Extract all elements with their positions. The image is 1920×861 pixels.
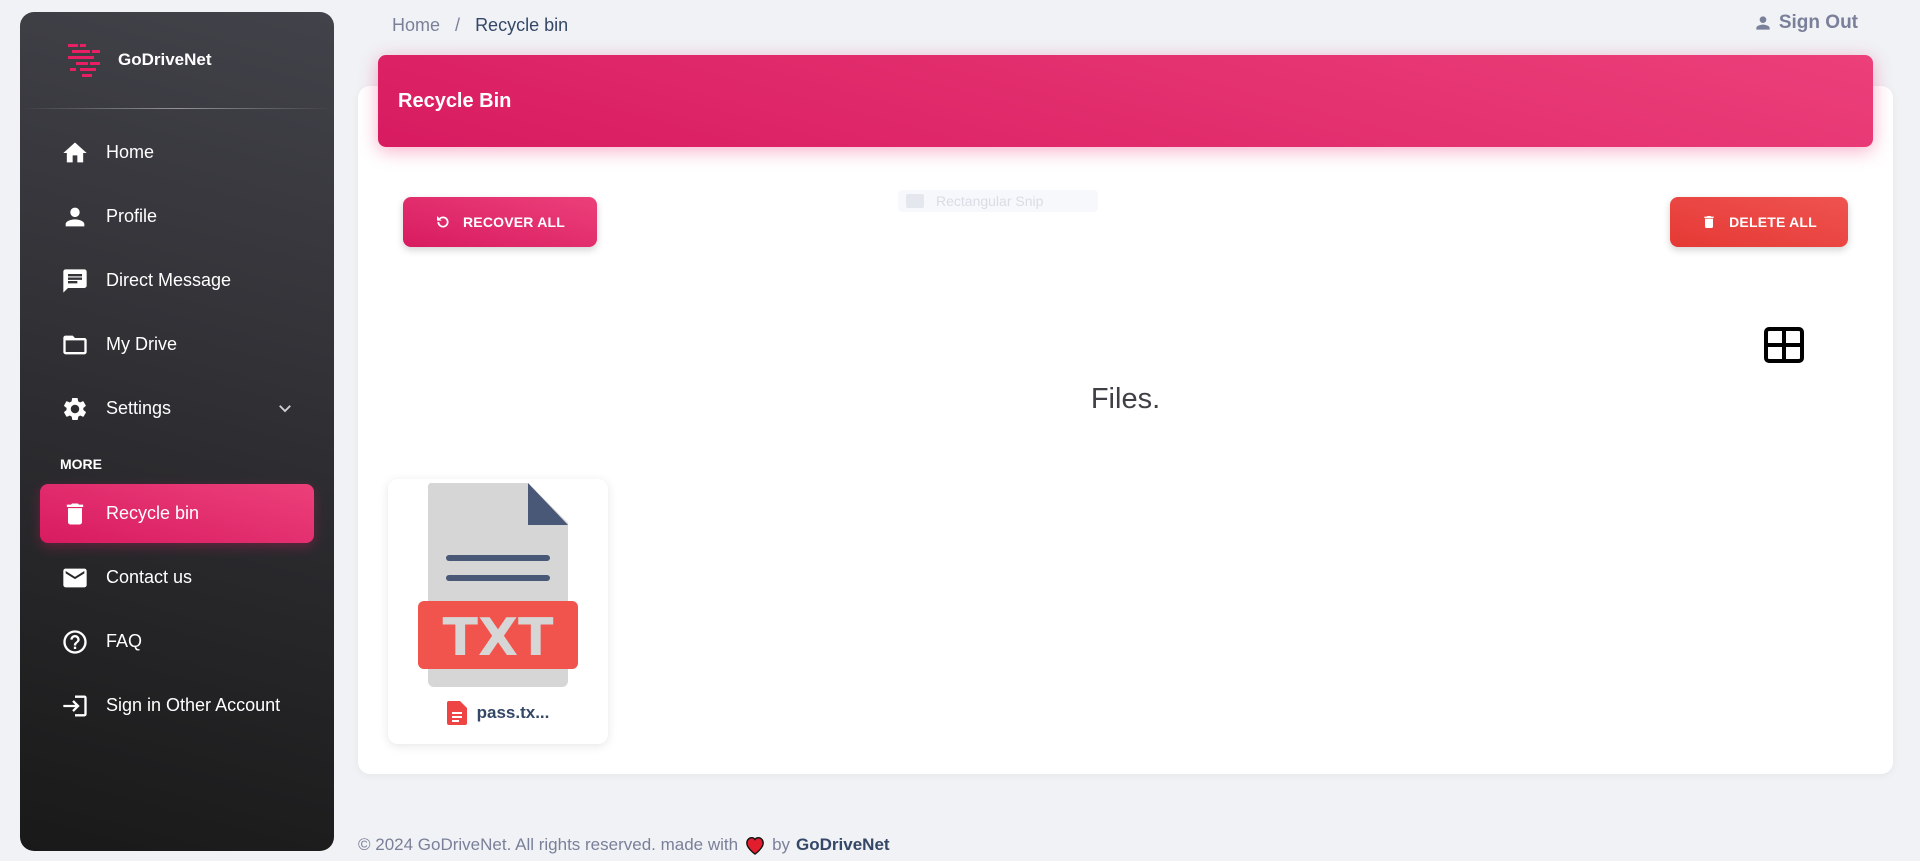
sign-out-label: Sign Out xyxy=(1778,12,1858,33)
sidebar: GoDriveNet Home Profile Direct Message M… xyxy=(20,12,334,851)
sidebar-item-profile[interactable]: Profile xyxy=(40,187,314,246)
heart-icon xyxy=(744,835,766,855)
gear-icon xyxy=(60,394,90,424)
files-heading: Files. xyxy=(1090,383,1161,415)
breadcrumb-separator: / xyxy=(455,15,461,35)
user-icon xyxy=(1756,16,1770,30)
footer-brand-link[interactable]: GoDriveNet xyxy=(796,835,890,855)
sidebar-item-settings[interactable]: Settings xyxy=(40,379,314,438)
sidebar-item-label: My Drive xyxy=(106,334,177,354)
breadcrumb-current: Recycle bin xyxy=(475,15,569,35)
trash-icon xyxy=(1704,216,1714,228)
login-icon xyxy=(60,691,90,721)
page-title: Recycle Bin xyxy=(398,89,512,112)
delete-all-button[interactable]: DELETE ALL xyxy=(1670,197,1848,247)
delete-all-label: DELETE ALL xyxy=(1729,214,1817,230)
sidebar-item-label: Profile xyxy=(106,206,158,226)
txt-file-icon: TXT xyxy=(418,483,578,687)
recycle-bin-card: Recycle Bin RECOVER ALL Rectangular Snip… xyxy=(358,55,1893,774)
sidebar-item-label: FAQ xyxy=(106,631,143,651)
footer-text: © 2024 GoDriveNet. All rights reserved. … xyxy=(358,835,739,854)
sidebar-item-recycle-bin[interactable]: Recycle bin xyxy=(40,484,314,543)
breadcrumb: Home / Recycle bin xyxy=(392,15,568,36)
mail-icon xyxy=(60,563,90,593)
home-icon xyxy=(60,138,90,168)
sidebar-item-label: Contact us xyxy=(106,567,193,587)
sidebar-item-home[interactable]: Home xyxy=(40,123,314,182)
sidebar-item-label: Settings xyxy=(106,398,172,418)
brand-divider xyxy=(20,108,334,109)
snip-overlay: Rectangular Snip xyxy=(898,190,1098,212)
breadcrumb-home[interactable]: Home xyxy=(392,15,440,35)
footer: © 2024 GoDriveNet. All rights reserved. … xyxy=(358,835,890,855)
sidebar-item-label: Sign in Other Account xyxy=(106,695,281,715)
card-header: Recycle Bin xyxy=(378,55,1873,147)
folder-icon xyxy=(60,330,90,360)
trash-icon xyxy=(60,499,90,529)
brand[interactable]: GoDriveNet xyxy=(20,12,334,108)
sign-out-button[interactable]: Sign Out xyxy=(1753,12,1858,34)
restore-icon xyxy=(436,216,449,228)
section-title-more: MORE xyxy=(60,456,102,472)
file-name-label: pass.tx... xyxy=(476,703,550,722)
snip-icon xyxy=(906,194,924,208)
person-icon xyxy=(60,202,90,232)
file-card[interactable]: TXT pass.tx... xyxy=(388,479,608,744)
sidebar-item-my-drive[interactable]: My Drive xyxy=(40,315,314,374)
sidebar-item-sign-in-other[interactable]: Sign in Other Account xyxy=(40,676,314,735)
file-type-label: TXT xyxy=(442,608,554,668)
brand-name: GoDriveNet xyxy=(118,50,212,69)
sidebar-item-direct-message[interactable]: Direct Message xyxy=(40,251,314,310)
sidebar-item-label: Home xyxy=(106,142,155,162)
sidebar-item-contact-us[interactable]: Contact us xyxy=(40,548,314,607)
chat-icon xyxy=(60,266,90,296)
snip-overlay-label: Rectangular Snip xyxy=(936,193,1044,209)
brand-logo-icon xyxy=(68,44,100,77)
recover-all-label: RECOVER ALL xyxy=(462,214,566,230)
footer-by: by xyxy=(772,835,791,854)
sidebar-item-label: Recycle bin xyxy=(106,503,200,523)
help-icon xyxy=(60,627,90,657)
file-name: pass.tx... xyxy=(388,701,608,725)
sidebar-item-faq[interactable]: FAQ xyxy=(40,612,314,671)
sidebar-item-label: Direct Message xyxy=(106,270,232,290)
chevron-down-icon[interactable] xyxy=(276,399,294,422)
recover-all-button[interactable]: RECOVER ALL xyxy=(403,197,597,247)
grid-view-icon[interactable] xyxy=(1764,327,1804,368)
document-icon xyxy=(446,701,467,725)
